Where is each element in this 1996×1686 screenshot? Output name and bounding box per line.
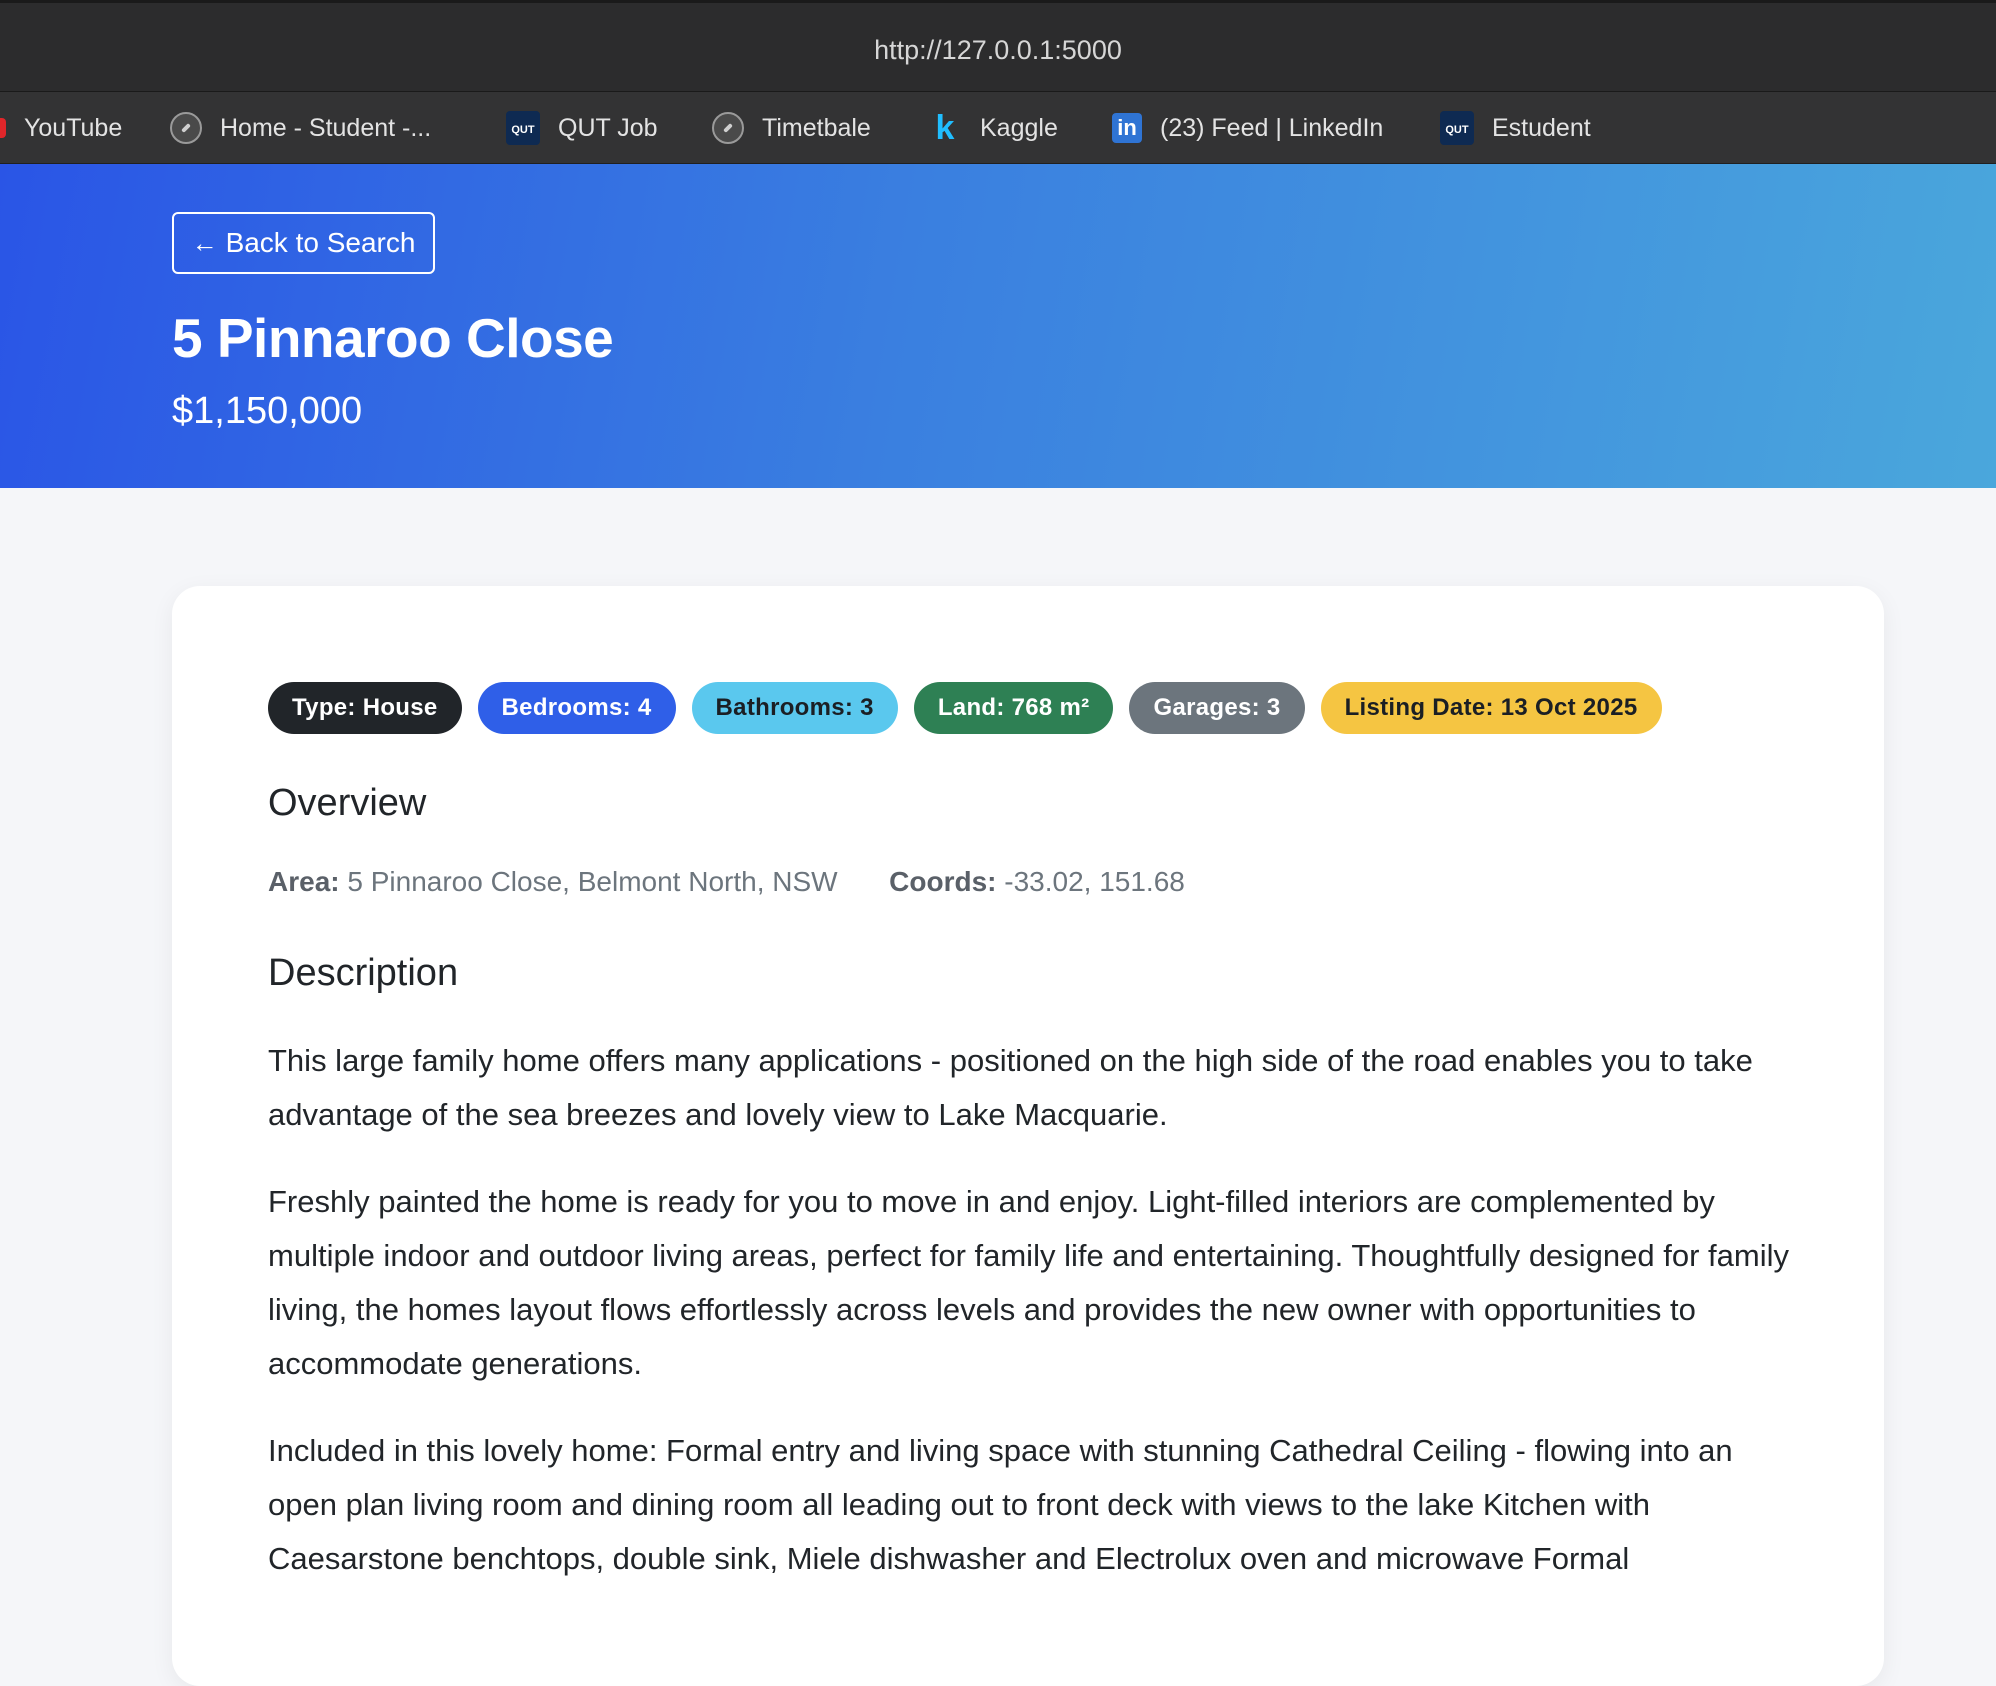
bookmark-label: Kaggle bbox=[980, 113, 1058, 142]
bookmark-youtube[interactable]: YouTube bbox=[0, 92, 122, 164]
overview-details: Area: 5 Pinnaroo Close, Belmont North, N… bbox=[268, 866, 1185, 898]
overview-heading: Overview bbox=[268, 782, 427, 824]
property-hero-banner: ← Back to Search 5 Pinnaroo Close $1,150… bbox=[0, 164, 1996, 488]
area-value: 5 Pinnaroo Close, Belmont North, NSW bbox=[347, 866, 838, 897]
kaggle-icon: k bbox=[935, 108, 955, 147]
bookmark-label: Home - Student -... bbox=[220, 113, 432, 142]
bookmark-linkedin[interactable]: in (23) Feed | LinkedIn bbox=[1112, 92, 1383, 164]
compass-icon bbox=[712, 112, 744, 144]
qut-icon: QUT bbox=[506, 111, 540, 145]
coords-value: -33.02, 151.68 bbox=[1004, 866, 1185, 897]
bookmarks-bar: YouTube Home - Student -... QUT QUT Job … bbox=[0, 92, 1996, 164]
bookmark-timetbale[interactable]: Timetbale bbox=[712, 92, 871, 164]
bookmark-estudent[interactable]: QUT Estudent bbox=[1440, 92, 1591, 164]
linkedin-icon: in bbox=[1112, 113, 1142, 143]
bookmark-label: QUT Job bbox=[558, 113, 658, 142]
badge-bedrooms: Bedrooms: 4 bbox=[477, 682, 676, 734]
youtube-icon bbox=[0, 118, 6, 138]
bookmark-label: YouTube bbox=[24, 113, 123, 142]
bookmark-kaggle[interactable]: k Kaggle bbox=[928, 92, 1058, 164]
coords-label: Coords: bbox=[889, 866, 997, 897]
badge-bathrooms: Bathrooms: 3 bbox=[691, 682, 898, 734]
description-paragraph: Included in this lovely home: Formal ent… bbox=[268, 1433, 1733, 1576]
badge-type: Type: House bbox=[268, 682, 462, 734]
bookmark-home-student[interactable]: Home - Student -... bbox=[170, 92, 431, 164]
property-badges: Type: House Bedrooms: 4 Bathrooms: 3 Lan… bbox=[268, 682, 1662, 734]
badge-land: Land: 768 m² bbox=[913, 682, 1114, 734]
property-price: $1,150,000 bbox=[172, 390, 363, 432]
property-title: 5 Pinnaroo Close bbox=[172, 307, 614, 369]
bookmark-label: Timetbale bbox=[762, 113, 871, 142]
url-text[interactable]: http://127.0.0.1:5000 bbox=[0, 35, 1996, 66]
badge-listing-date: Listing Date: 13 Oct 2025 bbox=[1320, 682, 1662, 734]
back-to-search-button[interactable]: ← Back to Search bbox=[172, 212, 435, 274]
area-label: Area: bbox=[268, 866, 340, 897]
badge-garages: Garages: 3 bbox=[1129, 682, 1305, 734]
description-heading: Description bbox=[268, 952, 459, 994]
bookmark-label: Estudent bbox=[1492, 113, 1591, 142]
description-paragraph: This large family home offers many appli… bbox=[268, 1043, 1753, 1132]
arrow-left-icon: ← bbox=[191, 227, 218, 258]
back-button-label: Back to Search bbox=[225, 227, 416, 258]
bookmark-qut-job[interactable]: QUT QUT Job bbox=[506, 92, 658, 164]
bookmark-label: (23) Feed | LinkedIn bbox=[1160, 113, 1384, 142]
browser-address-bar[interactable]: http://127.0.0.1:5000 bbox=[0, 0, 1996, 92]
property-details-card: Type: House Bedrooms: 4 Bathrooms: 3 Lan… bbox=[172, 586, 1884, 1686]
description-paragraph: Freshly painted the home is ready for yo… bbox=[268, 1184, 1789, 1381]
compass-icon bbox=[170, 112, 202, 144]
qut-icon: QUT bbox=[1440, 111, 1474, 145]
